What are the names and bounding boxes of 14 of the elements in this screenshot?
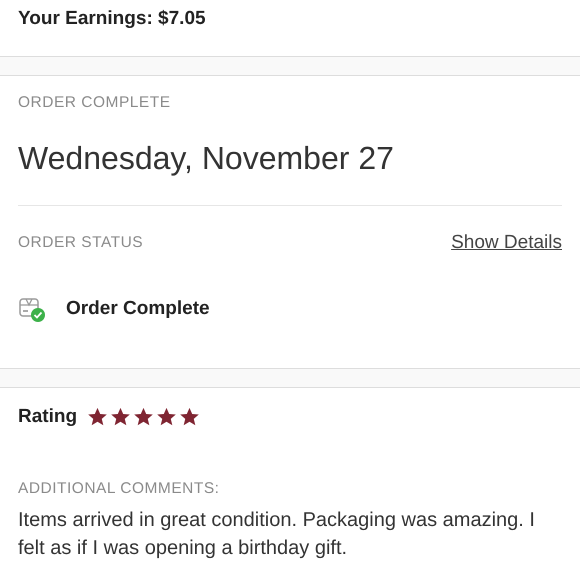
rating-label: Rating	[18, 406, 78, 428]
star-icon	[133, 407, 154, 427]
show-details-link[interactable]: Show Details	[451, 232, 562, 254]
star-icon	[110, 407, 132, 427]
star-icon	[87, 407, 108, 427]
comments-label: ADDITIONAL COMMENTS:	[18, 480, 220, 498]
order-date: Wednesday, November 27	[18, 140, 562, 206]
comment-text: Items arrived in great condition. Packaging was amazing. I felt as if I was opening a birthday gift.	[18, 508, 536, 561]
earnings-text: Your Earnings: $7.05	[18, 8, 206, 30]
section-label: ORDER COMPLETE	[18, 94, 171, 112]
star-icon	[156, 407, 178, 427]
section-label: ORDER STATUS	[18, 234, 144, 252]
star-icon	[179, 407, 200, 427]
status-text: Order Complete	[66, 298, 210, 320]
